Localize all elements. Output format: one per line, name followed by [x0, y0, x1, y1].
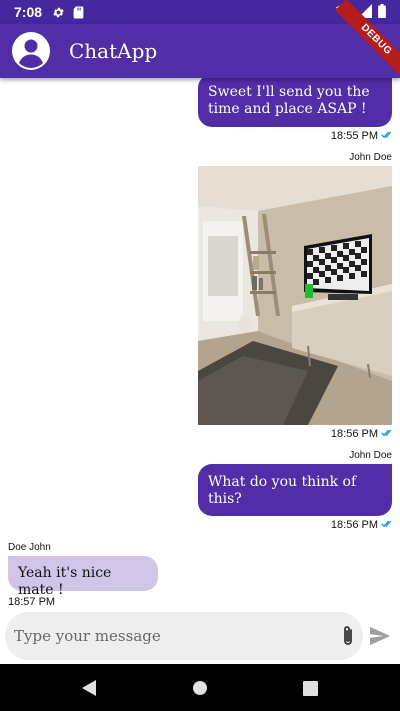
message-text: What do you think of this?: [208, 474, 357, 507]
paperclip-icon[interactable]: [335, 623, 361, 649]
double-check-icon: [381, 428, 392, 440]
double-check-icon: [381, 519, 392, 531]
message-time: 18:56 PM: [330, 519, 378, 531]
home-icon[interactable]: [191, 679, 209, 697]
message-meta: 18:57 PM: [8, 596, 55, 608]
battery-icon: [378, 4, 386, 21]
outgoing-message-bubble[interactable]: Sweet I'll send you the time and place A…: [198, 78, 392, 127]
message-meta: 18:56 PM: [331, 519, 392, 531]
composer: [0, 608, 400, 664]
outgoing-message-bubble[interactable]: What do you think of this?: [198, 464, 392, 516]
message-meta: 18:56 PM: [331, 428, 392, 440]
gear-icon: [52, 6, 65, 19]
sender-name: John Doe: [349, 152, 392, 163]
message-list[interactable]: Sweet I'll send you the time and place A…: [0, 78, 400, 608]
app-title: ChatApp: [69, 39, 158, 63]
message-time: 18:57 PM: [8, 596, 56, 608]
message-text: Yeah it's nice mate !: [18, 565, 112, 598]
message-meta: 18:55 PM: [331, 130, 392, 142]
app-bar: ChatApp DEBUG: [0, 0, 400, 82]
system-nav-bar: [0, 664, 400, 711]
incoming-message-bubble[interactable]: Yeah it's nice mate !: [8, 556, 158, 598]
sender-name: John Doe: [349, 450, 392, 461]
double-check-icon: [381, 130, 392, 142]
status-time: 7:08: [14, 4, 43, 20]
back-icon[interactable]: [80, 679, 98, 697]
message-time: 18:55 PM: [330, 130, 378, 142]
chat-screen: 7:08 ChatApp DEBUG Sweet I'll send you t…: [0, 0, 400, 711]
message-time: 18:56 PM: [330, 428, 378, 440]
living-room-photo[interactable]: [198, 166, 392, 425]
send-icon[interactable]: [366, 622, 394, 650]
message-input-container: [5, 612, 363, 660]
sd-card-icon: [73, 6, 84, 19]
recents-icon[interactable]: [301, 679, 319, 697]
message-input[interactable]: [14, 624, 314, 648]
message-text: Sweet I'll send you the time and place A…: [208, 84, 370, 117]
account-circle-icon[interactable]: [11, 31, 51, 71]
sender-name: Doe John: [8, 542, 51, 553]
